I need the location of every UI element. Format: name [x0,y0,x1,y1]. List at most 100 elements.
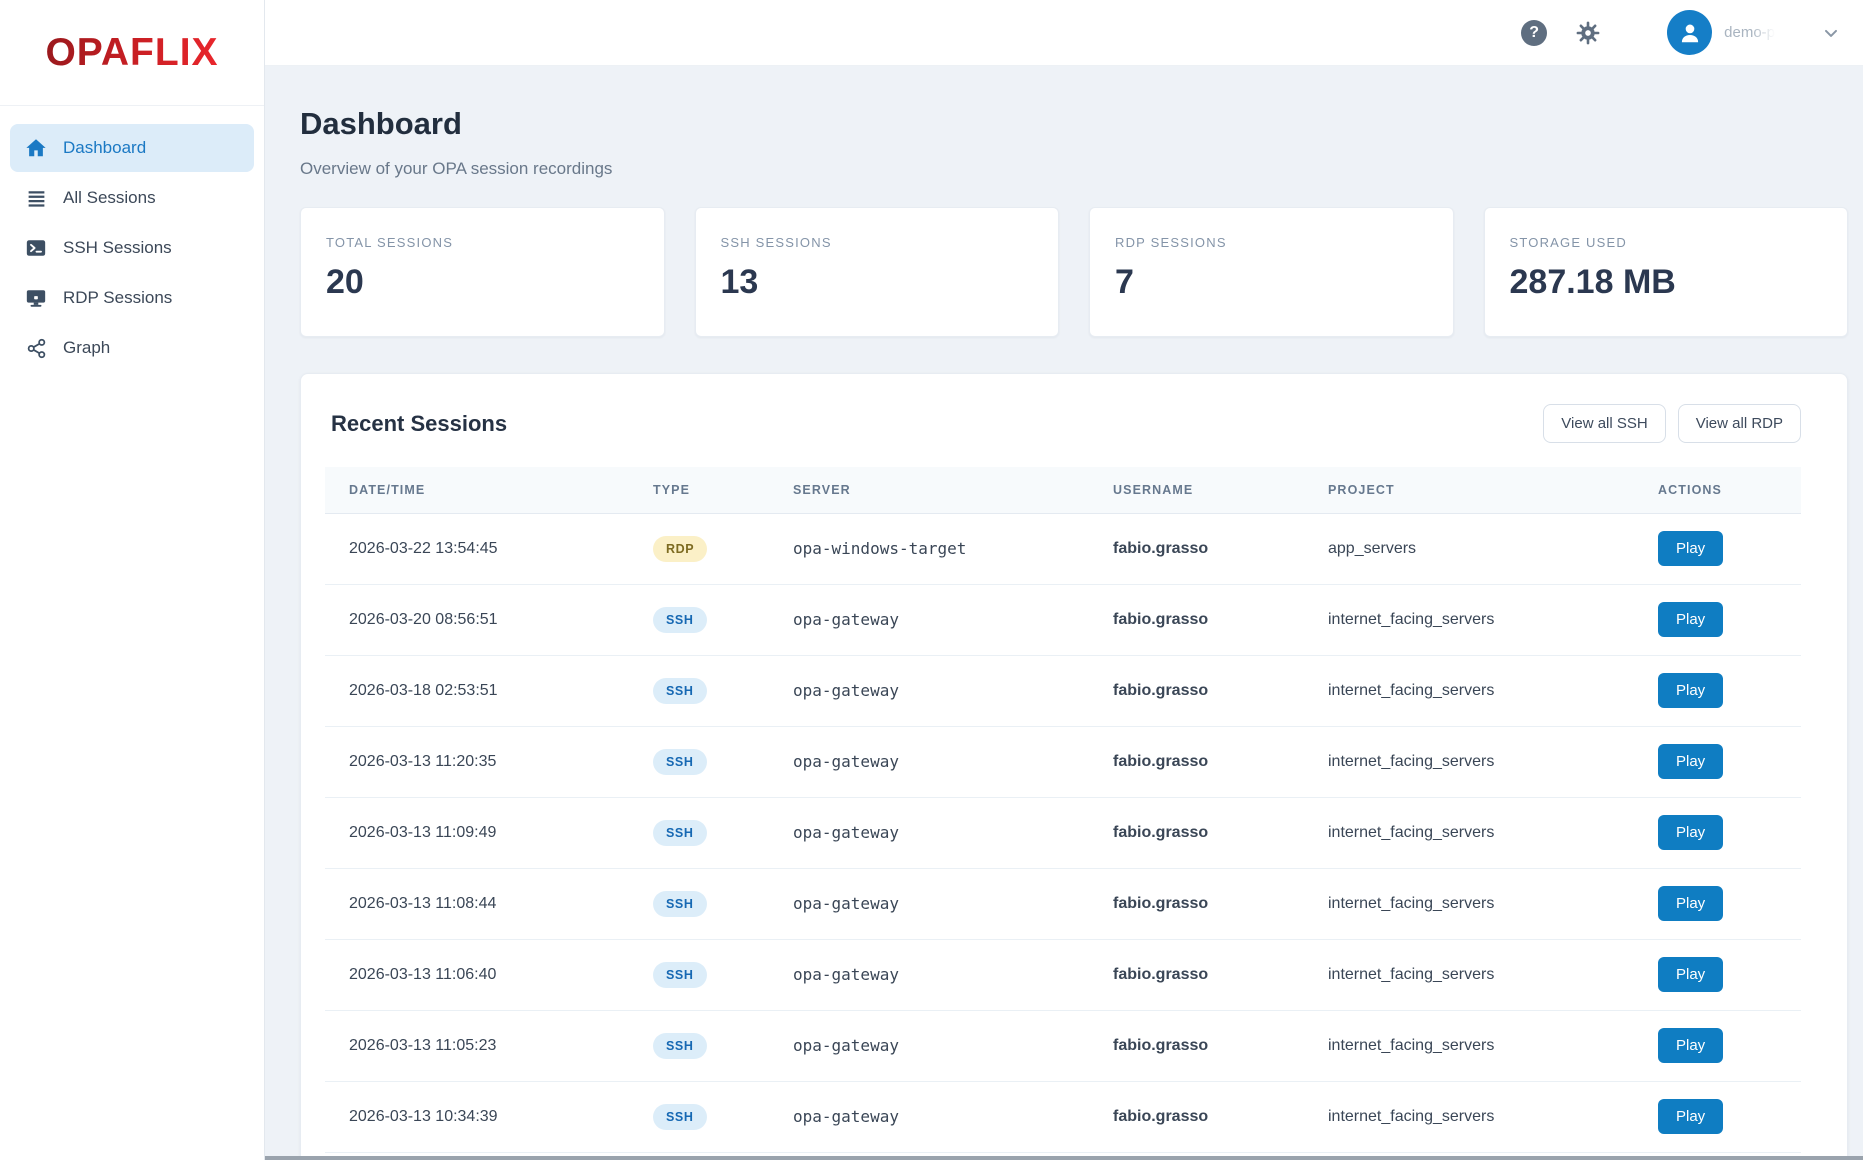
home-icon [24,136,48,160]
session-project: internet_facing_servers [1312,797,1642,868]
session-datetime: 2026-03-13 11:20:35 [325,726,637,797]
session-server: opa-gateway [777,868,1097,939]
session-server: opa-windows-target [777,513,1097,584]
session-server: opa-gateway [777,1081,1097,1152]
column-header-datetime: DATE/TIME [325,467,637,513]
play-button[interactable]: Play [1658,1028,1723,1063]
session-row: 2026-03-13 11:05:23 SSH opa-gateway fabi… [325,1010,1801,1081]
sidebar: OPAFLIX Dashboard All Sessions SSH Sessi… [0,0,265,1160]
list-icon [24,186,48,210]
content: Dashboard Overview of your OPA session r… [265,106,1863,1160]
view-all-rdp-button[interactable]: View all RDP [1678,404,1801,443]
session-server: opa-gateway [777,939,1097,1010]
play-button[interactable]: Play [1658,957,1723,992]
session-type-badge: SSH [653,820,707,846]
sidebar-item-label: Dashboard [63,138,146,158]
session-datetime: 2026-03-18 02:53:51 [325,655,637,726]
session-row: 2026-03-20 08:56:51 SSH opa-gateway fabi… [325,584,1801,655]
sidebar-item-dashboard[interactable]: Dashboard [10,124,254,172]
monitor-icon [24,286,48,310]
session-datetime: 2026-03-13 11:06:40 [325,939,637,1010]
play-button[interactable]: Play [1658,886,1723,921]
play-button[interactable]: Play [1658,602,1723,637]
sidebar-item-ssh-sessions[interactable]: SSH Sessions [10,224,254,272]
column-header-type: TYPE [637,467,777,513]
session-project: internet_facing_servers [1312,1081,1642,1152]
logo-container: OPAFLIX [0,0,264,106]
session-row: 2026-03-22 13:54:45 RDP opa-windows-targ… [325,513,1801,584]
session-row: 2026-03-13 11:06:40 SSH opa-gateway fabi… [325,939,1801,1010]
session-server: opa-gateway [777,726,1097,797]
session-project: internet_facing_servers [1312,1010,1642,1081]
session-type-badge: SSH [653,1033,707,1059]
session-datetime: 2026-03-13 11:09:49 [325,797,637,868]
session-username: fabio.grasso [1097,726,1312,797]
session-type-badge: SSH [653,1104,707,1130]
session-row: 2026-03-13 11:20:35 SSH opa-gateway fabi… [325,726,1801,797]
column-header-project: PROJECT [1312,467,1642,513]
session-row: 2026-03-13 10:34:39 SSH opa-gateway fabi… [325,1081,1801,1152]
sidebar-item-label: RDP Sessions [63,288,172,308]
session-project: internet_facing_servers [1312,655,1642,726]
panel-header-actions: View all SSH View all RDP [1543,404,1801,443]
sidebar-item-graph[interactable]: Graph [10,324,254,372]
session-type-badge: SSH [653,678,707,704]
session-project: internet_facing_servers [1312,868,1642,939]
sidebar-item-label: SSH Sessions [63,238,172,258]
session-server: opa-gateway [777,1010,1097,1081]
session-project: internet_facing_servers [1312,584,1642,655]
gear-icon[interactable] [1575,20,1601,46]
session-datetime: 2026-03-22 13:54:45 [325,513,637,584]
sidebar-item-label: Graph [63,338,110,358]
stat-value: 20 [326,263,639,302]
sessions-table-head: DATE/TIME TYPE SERVER USERNAME PROJECT A… [325,467,1801,513]
brand-logo: OPAFLIX [45,31,218,75]
view-all-ssh-button[interactable]: View all SSH [1543,404,1665,443]
session-row: 2026-03-18 02:53:51 SSH opa-gateway fabi… [325,655,1801,726]
recent-sessions-header: Recent Sessions View all SSH View all RD… [301,374,1847,467]
play-button[interactable]: Play [1658,1099,1723,1134]
sidebar-item-rdp-sessions[interactable]: RDP Sessions [10,274,254,322]
sessions-table-body: 2026-03-22 13:54:45 RDP opa-windows-targ… [325,513,1801,1160]
chevron-down-icon[interactable] [1821,23,1841,43]
column-header-actions: ACTIONS [1642,467,1801,513]
sidebar-item-label: All Sessions [63,188,156,208]
stat-label: TOTAL SESSIONS [326,235,639,250]
stat-card-rdp-sessions: RDP SESSIONS 7 [1089,207,1454,337]
column-header-username: USERNAME [1097,467,1312,513]
sidebar-nav: Dashboard All Sessions SSH Sessions RDP … [0,106,264,390]
stat-card-total-sessions: TOTAL SESSIONS 20 [300,207,665,337]
play-button[interactable]: Play [1658,673,1723,708]
play-button[interactable]: Play [1658,531,1723,566]
column-header-server: SERVER [777,467,1097,513]
help-icon[interactable]: ? [1521,20,1547,46]
stat-label: RDP SESSIONS [1115,235,1428,250]
session-username: fabio.grasso [1097,584,1312,655]
bottom-scroll-strip[interactable] [265,1156,1863,1160]
session-username: fabio.grasso [1097,655,1312,726]
session-project: internet_facing_servers [1312,939,1642,1010]
play-button[interactable]: Play [1658,744,1723,779]
session-username: fabio.grasso [1097,939,1312,1010]
session-datetime: 2026-03-13 11:05:23 [325,1010,637,1081]
stats-row: TOTAL SESSIONS 20 SSH SESSIONS 13 RDP SE… [300,207,1848,337]
user-avatar[interactable] [1667,10,1712,55]
session-type-badge: SSH [653,891,707,917]
session-project: app_servers [1312,513,1642,584]
session-server: opa-gateway [777,797,1097,868]
session-username: fabio.grasso [1097,868,1312,939]
terminal-icon [24,236,48,260]
topbar: ? [265,0,1863,66]
stat-label: SSH SESSIONS [721,235,1034,250]
recent-sessions-panel: Recent Sessions View all SSH View all RD… [300,373,1848,1160]
stat-value: 13 [721,263,1034,302]
session-row: 2026-03-13 11:08:44 SSH opa-gateway fabi… [325,868,1801,939]
session-project: internet_facing_servers [1312,726,1642,797]
person-icon [1677,20,1703,46]
username-label: demo-p [1724,24,1775,41]
session-datetime: 2026-03-20 08:56:51 [325,584,637,655]
play-button[interactable]: Play [1658,815,1723,850]
stat-label: STORAGE USED [1510,235,1823,250]
sidebar-item-all-sessions[interactable]: All Sessions [10,174,254,222]
stat-card-ssh-sessions: SSH SESSIONS 13 [695,207,1060,337]
